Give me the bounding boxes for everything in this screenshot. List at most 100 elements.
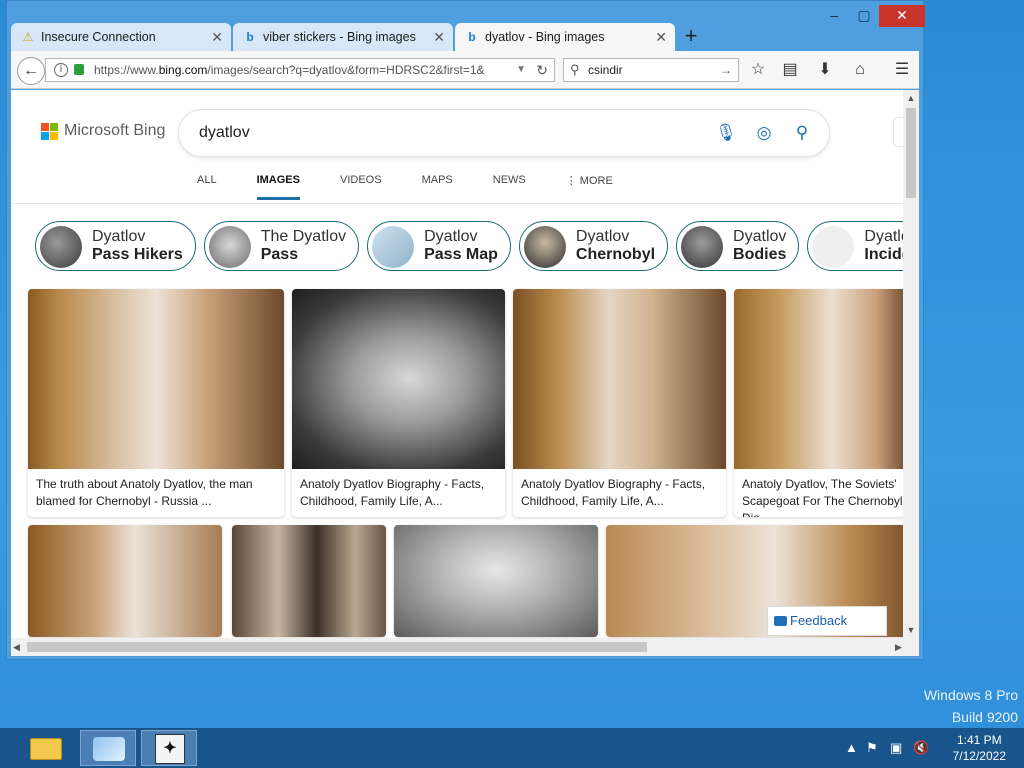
vertical-scrollbar[interactable]: ▲ ▼ — [903, 90, 919, 638]
scroll-left-icon[interactable]: ◀ — [13, 638, 20, 656]
chip-thumbnail — [40, 226, 82, 268]
scroll-right-icon[interactable]: ▶ — [895, 638, 902, 656]
feedback-button[interactable]: Feedback — [767, 606, 887, 636]
tab-dyatlov[interactable]: b dyatlov - Bing images ✕ — [455, 23, 675, 51]
microsoft-logo-icon — [41, 122, 58, 140]
clock-date: 7/12/2022 — [952, 749, 1006, 763]
chip-the-dyatlov-pass[interactable]: The Dyatlov Pass — [203, 221, 360, 271]
image-result[interactable] — [394, 525, 598, 637]
back-button[interactable]: ← — [17, 57, 45, 85]
taskbar: ✦ ▲ ⚑ ▣ 🔇 1:41 PM 7/12/2022 — [0, 728, 1024, 768]
action-center-flag-icon[interactable]: ⚑ — [866, 728, 878, 768]
bing-search-box[interactable]: dyatlov 🎙 ◎ ⚲ — [179, 110, 829, 156]
system-clock[interactable]: 1:41 PM 7/12/2022 — [953, 732, 1006, 764]
scope-tabs: ALL IMAGES VIDEOS MAPS NEWS ⋮ MORE — [197, 174, 653, 200]
tab-more[interactable]: ⋮ MORE — [566, 174, 613, 200]
menu-icon[interactable]: ☰ — [891, 59, 913, 81]
bookmark-star-icon[interactable]: ☆ — [747, 59, 769, 81]
chip-chernobyl[interactable]: Dyatlov Chernobyl — [518, 221, 669, 271]
chip-pass-map[interactable]: Dyatlov Pass Map — [367, 221, 511, 271]
search-icon: ⚲ — [570, 62, 580, 77]
result-image[interactable] — [28, 289, 284, 469]
chip-pass-hikers[interactable]: Dyatlov Pass Hikers — [35, 221, 196, 271]
volume-muted-icon[interactable]: 🔇 — [913, 728, 929, 768]
chip-line1: The Dyatlov — [260, 228, 347, 245]
download-icon[interactable]: ⬇ — [814, 59, 836, 81]
image-result[interactable] — [232, 525, 386, 637]
feedback-icon — [774, 616, 787, 626]
result-caption[interactable]: The truth about Anatoly Dyatlov, the man… — [28, 469, 284, 517]
browser-search-value: csindir — [588, 63, 623, 77]
result-image[interactable] — [28, 525, 222, 637]
tab-all[interactable]: ALL — [197, 174, 217, 200]
os-name: Windows 8 Pro — [923, 687, 1018, 703]
result-image[interactable] — [513, 289, 726, 469]
scroll-thumb[interactable] — [906, 108, 916, 198]
result-caption[interactable]: Anatoly Dyatlov Biography - Facts, Child… — [292, 469, 505, 517]
chip-line2: Pass — [260, 246, 299, 263]
file-explorer-icon[interactable] — [18, 730, 74, 766]
horizontal-scrollbar[interactable]: ◀ ▶ — [11, 638, 919, 656]
result-image[interactable] — [394, 525, 598, 637]
tab-label: dyatlov - Bing images — [485, 30, 605, 44]
image-result[interactable] — [28, 525, 222, 637]
page-content: Microsoft Bing dyatlov 🎙 ◎ ⚲ ALL IMAGES … — [11, 90, 919, 656]
reload-icon[interactable]: ↻ — [536, 59, 548, 81]
bing-search-query[interactable]: dyatlov — [199, 110, 250, 156]
tab-insecure-connection[interactable]: ⚠ Insecure Connection ✕ — [11, 23, 231, 51]
chip-bodies[interactable]: Dyatlov Bodies — [676, 221, 800, 271]
go-arrow-icon[interactable]: → — [720, 59, 732, 81]
scroll-up-icon[interactable]: ▲ — [903, 90, 919, 106]
related-searches: Dyatlov Pass Hikers The Dyatlov Pass Dya… — [35, 221, 919, 271]
navigation-toolbar: ← i https://www.bing.com/images/search?q… — [11, 51, 919, 89]
show-hidden-icons[interactable]: ▲ — [845, 728, 858, 768]
result-image[interactable] — [232, 525, 386, 637]
viber-app-icon[interactable] — [80, 730, 136, 766]
warning-icon: ⚠ — [22, 30, 34, 44]
image-result[interactable]: The truth about Anatoly Dyatlov, the man… — [28, 289, 284, 517]
tab-news[interactable]: NEWS — [493, 174, 526, 200]
bing-logo[interactable]: Microsoft Bing — [41, 122, 165, 140]
url-bar[interactable]: i https://www.bing.com/images/search?q=d… — [45, 58, 555, 82]
tab-videos[interactable]: VIDEOS — [340, 174, 382, 200]
tab-viber-stickers[interactable]: b viber stickers - Bing images ✕ — [233, 23, 453, 51]
chip-line2: Bodies — [733, 246, 787, 263]
home-icon[interactable]: ⌂ — [849, 59, 871, 81]
tab-close-icon[interactable]: ✕ — [433, 23, 445, 51]
maximize-button[interactable]: ▢ — [849, 5, 879, 27]
result-caption[interactable]: Anatoly Dyatlov, The Soviets' Scapegoat … — [734, 469, 912, 517]
image-result[interactable]: Anatoly Dyatlov, The Soviets' Scapegoat … — [734, 289, 912, 517]
reading-list-icon[interactable]: ▤ — [779, 59, 801, 81]
tab-images[interactable]: IMAGES — [256, 174, 300, 200]
close-window-button[interactable]: ✕ — [879, 5, 925, 27]
tab-label: viber stickers - Bing images — [263, 30, 416, 44]
dropdown-arrow-icon[interactable]: ▼ — [516, 59, 526, 81]
image-result[interactable]: Anatoly Dyatlov Biography - Facts, Child… — [513, 289, 726, 517]
image-result[interactable]: Anatoly Dyatlov Biography - Facts, Child… — [292, 289, 505, 517]
browser-window: – ▢ ✕ ⚠ Insecure Connection ✕ b viber st… — [6, 0, 925, 660]
tab-maps[interactable]: MAPS — [422, 174, 453, 200]
clock-time: 1:41 PM — [956, 733, 1002, 747]
chip-thumbnail — [208, 226, 251, 268]
scroll-down-icon[interactable]: ▼ — [903, 622, 919, 638]
chip-line2: Chernobyl — [575, 246, 656, 263]
chip-thumbnail — [523, 226, 566, 268]
chip-thumbnail — [812, 226, 855, 268]
microphone-icon[interactable]: 🎙 — [715, 122, 737, 144]
chip-line1: Dyatlov — [424, 228, 478, 245]
browser-search-field[interactable]: ⚲ csindir → — [563, 58, 739, 82]
scroll-thumb[interactable] — [27, 642, 647, 652]
result-image[interactable] — [292, 289, 505, 469]
network-icon[interactable]: ▣ — [890, 728, 902, 768]
minimize-button[interactable]: – — [819, 5, 849, 27]
info-icon[interactable]: i — [54, 63, 68, 77]
visual-search-icon[interactable]: ◎ — [753, 122, 775, 144]
result-caption[interactable]: Anatoly Dyatlov Biography - Facts, Child… — [513, 469, 726, 517]
tab-close-icon[interactable]: ✕ — [211, 23, 223, 51]
result-image[interactable] — [734, 289, 912, 469]
tab-close-icon[interactable]: ✕ — [655, 23, 667, 51]
search-icon[interactable]: ⚲ — [791, 122, 813, 144]
url-host: bing.com — [158, 63, 208, 77]
counter-strike-icon[interactable]: ✦ — [141, 730, 197, 766]
new-tab-button[interactable]: + — [677, 23, 705, 51]
